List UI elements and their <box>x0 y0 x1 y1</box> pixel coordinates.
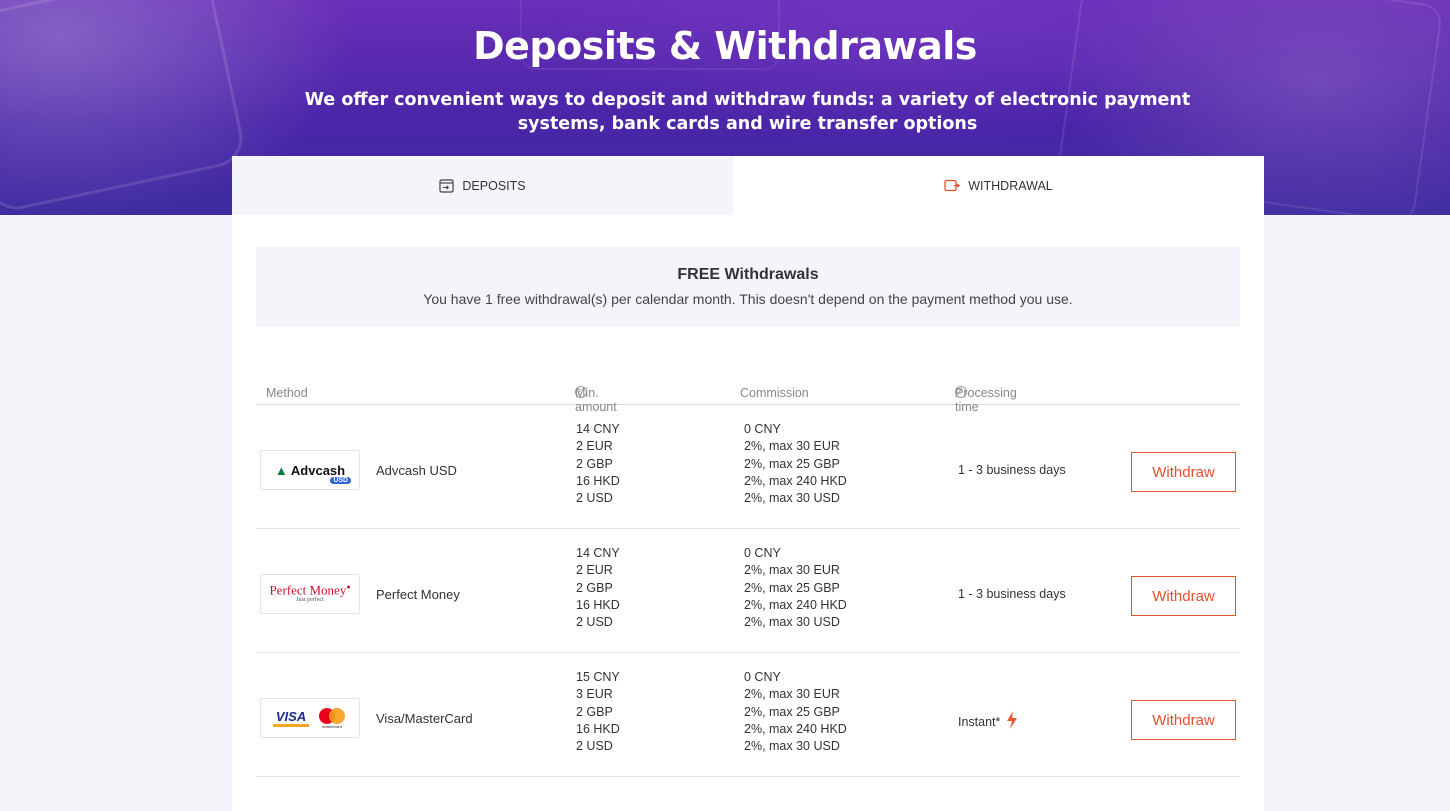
table-row: VISA mastercard Visa/MasterCard 15 CNY 3 … <box>256 653 1240 777</box>
commissions: 0 CNY 2%, max 30 EUR 2%, max 25 GBP 2%, max… <box>744 546 847 630</box>
method-name: Visa/MasterCard <box>376 711 473 726</box>
help-icon[interactable]: ? <box>575 386 587 398</box>
svg-text:mastercard: mastercard <box>322 724 342 729</box>
tab-deposits[interactable]: DEPOSITS <box>232 156 733 215</box>
banner-text: You have 1 free withdrawal(s) per calend… <box>423 291 1073 307</box>
tab-bar: DEPOSITS WITHDRAWAL <box>232 156 1264 215</box>
tab-withdrawal-label: WITHDRAWAL <box>968 178 1053 193</box>
help-icon[interactable]: ? <box>955 386 967 398</box>
withdraw-button[interactable]: Withdraw <box>1131 576 1236 616</box>
tab-withdrawal[interactable]: WITHDRAWAL <box>733 156 1264 215</box>
deposit-icon <box>439 178 454 193</box>
commissions: 0 CNY 2%, max 30 EUR 2%, max 25 GBP 2%, max… <box>744 670 847 754</box>
withdrawal-icon <box>944 179 961 192</box>
mastercard-icon: mastercard <box>317 707 347 729</box>
page-subtitle: We offer convenient ways to deposit and … <box>304 90 1191 134</box>
banner-title: FREE Withdrawals <box>677 266 819 283</box>
table-row: Perfect Money● Just perfect Perfect Money… <box>256 529 1240 653</box>
min-amounts: 15 CNY 3 EUR 2 GBP 16 HKD 2 USD <box>576 670 620 754</box>
visa-mastercard-logo: VISA mastercard <box>260 698 360 738</box>
processing-time: Instant* <box>958 711 1018 732</box>
method-name: Perfect Money <box>376 587 460 602</box>
table-header: Method Min. amount? Commission Processin… <box>256 372 1240 414</box>
withdraw-button[interactable]: Withdraw <box>1131 452 1236 492</box>
free-withdrawals-banner: FREE Withdrawals You have 1 free withdra… <box>256 247 1240 327</box>
commissions: 0 CNY 2%, max 30 EUR 2%, max 25 GBP 2%, max… <box>744 422 847 506</box>
page-title: Deposits & Withdrawals <box>473 24 977 68</box>
tab-deposits-label: DEPOSITS <box>462 178 526 193</box>
lightning-icon <box>1006 711 1018 732</box>
processing-time: 1 - 3 business days <box>958 587 1066 601</box>
min-amounts: 14 CNY 2 EUR 2 GBP 16 HKD 2 USD <box>576 546 620 630</box>
advcash-logo: ▲ Advcash USD <box>260 450 360 490</box>
withdrawal-panel: FREE Withdrawals You have 1 free withdra… <box>232 215 1264 811</box>
perfect-money-logo: Perfect Money● Just perfect <box>260 574 360 614</box>
processing-time: 1 - 3 business days <box>958 463 1066 477</box>
withdraw-button[interactable]: Withdraw <box>1131 700 1236 740</box>
min-amounts: 14 CNY 2 EUR 2 GBP 16 HKD 2 USD <box>576 422 620 506</box>
table-row: ▲ Advcash USD Advcash USD 14 CNY 2 EUR 2 GB… <box>256 405 1240 529</box>
method-name: Advcash USD <box>376 463 457 478</box>
